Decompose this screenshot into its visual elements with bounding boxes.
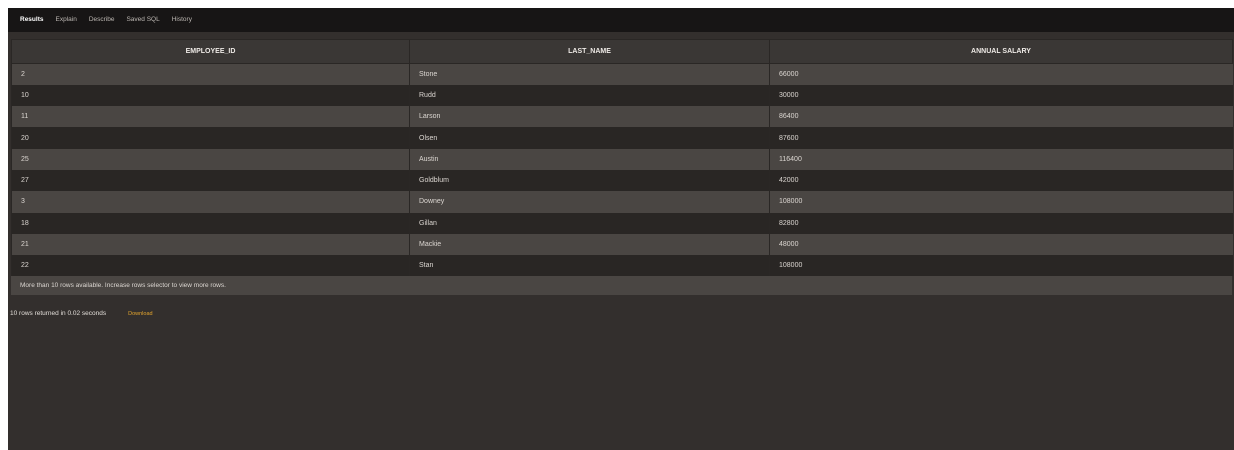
- column-header-annual-salary[interactable]: ANNUAL SALARY: [769, 39, 1233, 64]
- cell-last-name: Larson: [409, 106, 770, 128]
- more-rows-note: More than 10 rows available. Increase ro…: [11, 276, 1232, 296]
- cell-last-name: Mackie: [409, 233, 770, 256]
- table-row: 21 Mackie 48000: [11, 233, 1233, 256]
- table-row: 10 Rudd 30000: [11, 84, 1233, 107]
- status-bar: 10 rows returned in 0.02 seconds Downloa…: [10, 310, 153, 317]
- tab-explain[interactable]: Explain: [49, 8, 82, 32]
- cell-employee-id: 25: [11, 148, 410, 170]
- column-header-last-name[interactable]: LAST_NAME: [409, 39, 770, 64]
- results-tab-bar: Results Explain Describe Saved SQL Histo…: [8, 8, 1234, 32]
- cell-last-name: Austin: [409, 148, 770, 170]
- table-row: 3 Downey 108000: [11, 191, 1233, 213]
- cell-employee-id: 21: [11, 233, 410, 256]
- tab-saved-sql[interactable]: Saved SQL: [120, 8, 165, 32]
- rows-returned-text: 10 rows returned in 0.02 seconds: [10, 310, 107, 317]
- cell-employee-id: 22: [11, 255, 410, 277]
- cell-last-name: Goldblum: [409, 169, 770, 192]
- table-row: 27 Goldblum 42000: [11, 169, 1233, 192]
- tab-results[interactable]: Results: [14, 8, 49, 32]
- cell-annual-salary: 116400: [769, 148, 1233, 170]
- cell-employee-id: 20: [11, 127, 410, 149]
- cell-annual-salary: 48000: [769, 233, 1233, 256]
- cell-employee-id: 3: [11, 191, 410, 213]
- cell-last-name: Rudd: [409, 84, 770, 107]
- cell-employee-id: 27: [11, 169, 410, 192]
- tab-history[interactable]: History: [166, 8, 198, 32]
- table-row: 18 Gillan 82800: [11, 212, 1233, 234]
- results-table: EMPLOYEE_ID LAST_NAME ANNUAL SALARY 2 St…: [11, 39, 1233, 277]
- cell-last-name: Olsen: [409, 127, 770, 149]
- cell-annual-salary: 66000: [769, 63, 1233, 85]
- cell-annual-salary: 42000: [769, 169, 1233, 192]
- cell-annual-salary: 108000: [769, 255, 1233, 277]
- cell-annual-salary: 86400: [769, 106, 1233, 128]
- cell-last-name: Gillan: [409, 212, 770, 234]
- table-row: 25 Austin 116400: [11, 148, 1233, 170]
- table-row: 22 Stan 108000: [11, 255, 1233, 277]
- cell-employee-id: 10: [11, 84, 410, 107]
- column-header-employee-id[interactable]: EMPLOYEE_ID: [11, 39, 410, 64]
- header-row: EMPLOYEE_ID LAST_NAME ANNUAL SALARY: [11, 39, 1233, 64]
- tab-describe[interactable]: Describe: [83, 8, 121, 32]
- cell-employee-id: 18: [11, 212, 410, 234]
- cell-last-name: Stan: [409, 255, 770, 277]
- table-row: 2 Stone 66000: [11, 63, 1233, 85]
- cell-annual-salary: 30000: [769, 84, 1233, 107]
- cell-annual-salary: 87600: [769, 127, 1233, 149]
- cell-employee-id: 2: [11, 63, 410, 85]
- results-grid: EMPLOYEE_ID LAST_NAME ANNUAL SALARY 2 St…: [11, 39, 1233, 296]
- cell-last-name: Stone: [409, 63, 770, 85]
- download-link[interactable]: Download: [128, 311, 152, 317]
- cell-annual-salary: 108000: [769, 191, 1233, 213]
- table-row: 11 Larson 86400: [11, 106, 1233, 128]
- cell-annual-salary: 82800: [769, 212, 1233, 234]
- table-row: 20 Olsen 87600: [11, 127, 1233, 149]
- results-panel: Results Explain Describe Saved SQL Histo…: [8, 8, 1234, 450]
- cell-employee-id: 11: [11, 106, 410, 128]
- cell-last-name: Downey: [409, 191, 770, 213]
